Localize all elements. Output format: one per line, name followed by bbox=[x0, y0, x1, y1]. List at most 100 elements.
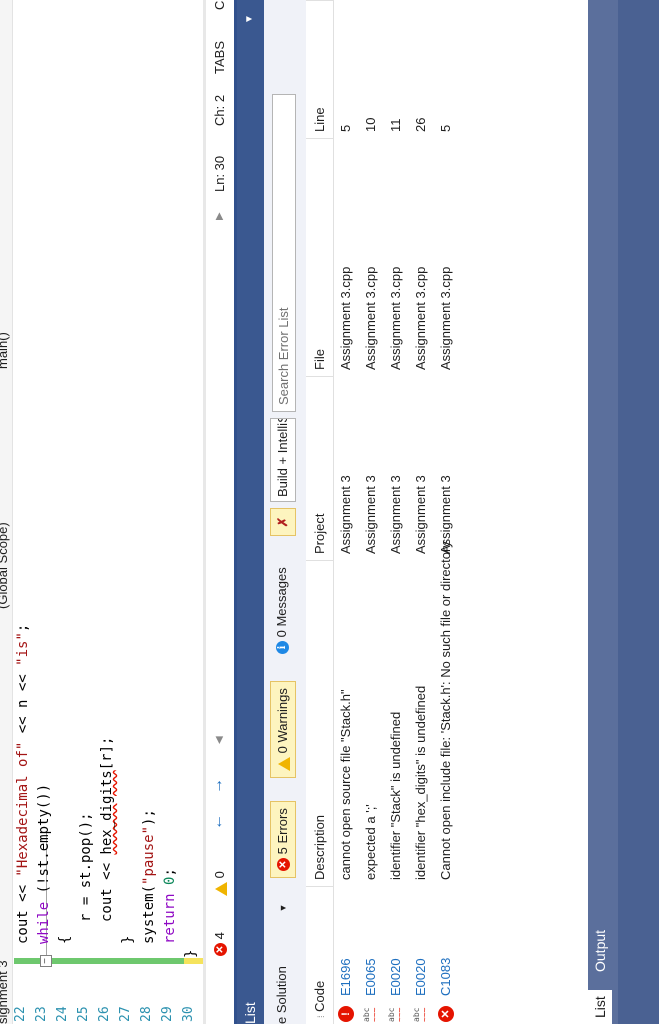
error-code[interactable]: E1696 bbox=[338, 958, 353, 996]
error-code[interactable]: C1083 bbox=[438, 958, 453, 996]
search-placeholder: Search Error List bbox=[276, 307, 291, 405]
code-token: cout << bbox=[99, 854, 115, 922]
table-row[interactable]: abc ~~~ E0020 identifier "hex_digits" is … bbox=[409, 0, 434, 1024]
project-dropdown[interactable]: signment 3 bbox=[0, 960, 10, 1024]
line-number: 22 bbox=[13, 1006, 28, 1022]
code-token: ; bbox=[15, 623, 31, 633]
error-project: Assignment 3 bbox=[363, 475, 378, 554]
panel-title: List bbox=[242, 1002, 258, 1024]
unsaved-changes-bar bbox=[184, 958, 203, 964]
scope-dropdown[interactable]: (Global Scope) bbox=[0, 522, 10, 609]
scroll-right-icon[interactable]: ▶ bbox=[214, 212, 225, 220]
string-literal: "is" bbox=[15, 632, 31, 666]
warning-icon bbox=[214, 882, 227, 896]
column-header-project[interactable]: Project bbox=[306, 376, 334, 560]
keyword: while bbox=[36, 901, 52, 944]
column-indicator: Ch: 2 bbox=[212, 94, 227, 126]
column-header-label: Code bbox=[312, 980, 327, 1012]
line-number: 27 bbox=[118, 1006, 133, 1022]
next-issue-arrow-icon[interactable]: → bbox=[209, 778, 227, 794]
error-project: Assignment 3 bbox=[338, 475, 353, 554]
column-header-code[interactable]: ⁞ Code bbox=[306, 886, 334, 1024]
line-indicator: Ln: 30 bbox=[212, 155, 227, 192]
clear-filter-icon[interactable]: ✗ bbox=[270, 508, 296, 536]
line-number: 29 bbox=[160, 1006, 175, 1022]
code-line-24: { bbox=[57, 935, 73, 944]
errors-filter-button[interactable]: ✕ 5 Errors bbox=[270, 801, 296, 878]
error-line: 26 bbox=[413, 117, 428, 132]
column-header-description[interactable]: Description bbox=[306, 560, 334, 886]
info-icon: i bbox=[276, 641, 290, 654]
code-line-27: } bbox=[120, 935, 136, 944]
scope-filter-dropdown[interactable]: e Solution ▼ bbox=[270, 904, 296, 1024]
line-number: 25 bbox=[76, 1006, 91, 1022]
source-filter-dropdown[interactable]: Build + IntelliSense bbox=[270, 418, 296, 502]
ide-window: signment 3 (Global Scope) main() 22 23 2… bbox=[0, 0, 659, 1024]
line-number: 23 bbox=[34, 1006, 49, 1022]
error-project: Assignment 3 bbox=[438, 475, 453, 554]
code-token: ; bbox=[162, 868, 178, 877]
previous-issue-arrow-icon[interactable]: ← bbox=[209, 814, 227, 830]
error-icon: ✕ bbox=[277, 858, 291, 871]
warning-count-indicator[interactable]: 0 bbox=[212, 871, 227, 896]
status-bar bbox=[618, 0, 659, 1024]
error-icon: ! bbox=[338, 1006, 354, 1022]
error-list-search-input[interactable]: Search Error List bbox=[272, 94, 296, 412]
error-icon: ✕ bbox=[214, 943, 228, 956]
messages-filter-button[interactable]: i 0 Messages bbox=[270, 561, 296, 660]
table-row[interactable]: ! E1696 cannot open source file "Stack.h… bbox=[334, 0, 359, 1024]
error-count: 4 bbox=[212, 932, 227, 940]
collapse-toggle[interactable]: − bbox=[40, 955, 52, 967]
error-list-toolbar: e Solution ▼ ✕ 5 Errors 0 Warnings i 0 M… bbox=[264, 0, 307, 1024]
keyword: return bbox=[162, 893, 178, 944]
line-number: 28 bbox=[139, 1006, 154, 1022]
error-code[interactable]: E0020 bbox=[388, 958, 403, 996]
table-row[interactable]: abc ~~~ E0020 identifier "Stack" is undef… bbox=[384, 0, 409, 1024]
code-line-29: return 0; bbox=[162, 868, 178, 944]
tab-output[interactable]: Output bbox=[588, 924, 612, 978]
code-token: system( bbox=[141, 884, 157, 944]
error-file: Assignment 3.cpp bbox=[338, 266, 353, 370]
tab-error-list[interactable]: List bbox=[588, 990, 612, 1024]
code-line-30: } bbox=[183, 949, 199, 958]
intellisense-error-icon: abc ~~~ bbox=[362, 1007, 379, 1022]
intellisense-error-icon: abc ~~~ bbox=[412, 1007, 429, 1022]
code-line-23: while (!st.empty()) bbox=[36, 784, 52, 944]
code-line-28: system("pause"); bbox=[141, 809, 157, 944]
editor-status-row: ✕ 4 0 ← → ◀ ▶ Ln: 30 Ch: 2 TABS C bbox=[206, 0, 235, 1024]
table-row[interactable]: abc ~~~ E0065 expected a ';' Assignment 3… bbox=[359, 0, 384, 1024]
source-filter-label: Build + IntelliSense bbox=[275, 418, 290, 497]
error-description: identifier "Stack" is undefined bbox=[388, 711, 403, 880]
error-file: Assignment 3.cpp bbox=[413, 266, 428, 370]
error-code[interactable]: E0020 bbox=[413, 958, 428, 996]
error-code[interactable]: E0065 bbox=[363, 958, 378, 996]
warning-count: 0 bbox=[212, 871, 227, 879]
error-project: Assignment 3 bbox=[413, 475, 428, 554]
panel-menu-icon[interactable]: ▼ bbox=[244, 14, 255, 24]
code-line-25: r = st.pop(); bbox=[78, 812, 94, 922]
intellisense-error-icon: abc ~~~ bbox=[387, 1007, 404, 1022]
member-dropdown[interactable]: main() bbox=[0, 332, 10, 369]
number-literal: 0 bbox=[162, 876, 178, 885]
line-number: 30 bbox=[181, 1006, 196, 1022]
code-token: (!st.empty()) bbox=[36, 783, 52, 902]
line-number: 24 bbox=[55, 1006, 70, 1022]
error-project: Assignment 3 bbox=[388, 475, 403, 554]
table-row[interactable]: ✕ C1083 Cannot open include file: 'Stack… bbox=[434, 0, 459, 1024]
error-line: 5 bbox=[338, 124, 353, 132]
code-token: cout << bbox=[15, 876, 31, 944]
column-header-file[interactable]: File bbox=[306, 138, 334, 376]
warnings-filter-button[interactable]: 0 Warnings bbox=[270, 681, 296, 778]
error-count-indicator[interactable]: ✕ 4 bbox=[212, 932, 228, 956]
line-ending-indicator[interactable]: C bbox=[212, 1, 227, 10]
code-editor[interactable]: cout << "Hexadecimal of" << n << "is"; w… bbox=[13, 0, 203, 958]
scope-filter-label: e Solution bbox=[274, 966, 289, 1024]
error-file: Assignment 3.cpp bbox=[388, 266, 403, 370]
column-header-line[interactable]: Line bbox=[306, 0, 334, 138]
editor-navigation-bar: signment 3 (Global Scope) main() bbox=[0, 0, 13, 1024]
indent-mode-indicator[interactable]: TABS bbox=[212, 41, 227, 74]
scroll-left-icon[interactable]: ◀ bbox=[214, 736, 225, 744]
errors-filter-label: 5 Errors bbox=[275, 808, 290, 855]
code-token: [r]; bbox=[99, 736, 115, 771]
